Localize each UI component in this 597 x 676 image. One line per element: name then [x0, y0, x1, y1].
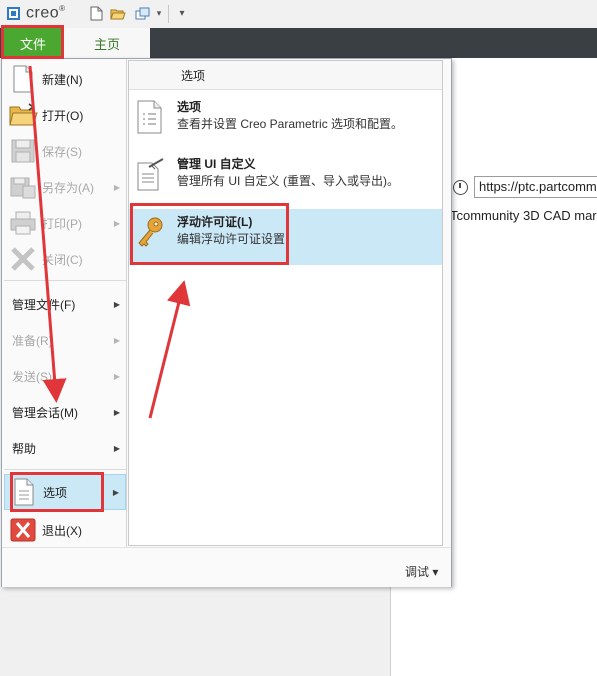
submenu-arrow-icon: ▶	[112, 487, 119, 497]
menu-item-label: 准备(R)	[12, 333, 53, 348]
annotation-box-floating-license	[130, 203, 289, 265]
debug-dropdown[interactable]: 调试 ▾	[405, 563, 438, 580]
menu-item-send[interactable]: 发送(S) ▶	[4, 359, 126, 393]
menu-item-prepare[interactable]: 准备(R) ▶	[4, 323, 126, 357]
submenu-item-options[interactable]: 选项 查看并设置 Creo Parametric 选项和配置。	[129, 94, 442, 150]
menu-item-label: 另存为(A)	[42, 180, 94, 195]
submenu-arrow-icon: ▶	[113, 407, 120, 417]
new-icon[interactable]	[88, 5, 104, 22]
menu-item-exit[interactable]: 退出(X)	[4, 513, 126, 547]
submenu-item-description: 查看并设置 Creo Parametric 选项和配置。	[177, 117, 404, 131]
options-list-icon	[135, 100, 165, 134]
creo-logo-icon	[7, 7, 20, 20]
open-icon[interactable]	[110, 5, 126, 22]
submenu-title: 选项	[181, 69, 206, 83]
menu-item-save[interactable]: 保存(S)	[4, 134, 126, 168]
menu-item-label: 关闭(C)	[42, 252, 83, 267]
annotation-box-file-tab	[1, 25, 64, 59]
ui-customize-icon	[135, 157, 165, 191]
submenu-arrow-icon: ▶	[113, 443, 120, 453]
submenu-item-description: 管理所有 UI 自定义 (重置、导入或导出)。	[177, 174, 399, 188]
menu-divider	[126, 59, 127, 547]
menu-item-label: 打开(O)	[42, 108, 84, 123]
menu-separator	[4, 280, 126, 281]
browser-history-icon[interactable]	[453, 180, 468, 195]
window-icon[interactable]	[135, 5, 151, 22]
save-icon	[8, 136, 38, 166]
menu-item-label: 管理文件(F)	[12, 297, 76, 312]
new-document-icon	[8, 64, 38, 94]
tab-home-label: 主页	[93, 36, 120, 52]
app-name: creo®	[26, 4, 66, 22]
tab-home[interactable]: 主页	[64, 28, 150, 58]
close-icon	[8, 244, 38, 274]
menu-item-open[interactable]: 打开(O)	[4, 98, 126, 132]
menu-item-label: 打印(P)	[42, 216, 82, 231]
menu-item-save-as[interactable]: 另存为(A) ▶	[4, 170, 126, 204]
open-folder-icon	[8, 100, 38, 130]
menu-item-label: 管理会话(M)	[12, 405, 78, 420]
save-as-icon	[8, 172, 38, 202]
annotation-box-options	[10, 472, 104, 512]
submenu-item-title: 管理 UI 自定义	[177, 157, 256, 171]
print-icon	[8, 208, 38, 238]
menu-item-label: 退出(X)	[42, 523, 82, 538]
dropdown-icon[interactable]: ▾	[154, 5, 164, 22]
browser-url-field[interactable]: https://ptc.partcomm	[474, 176, 597, 198]
trademark-mark: ®	[59, 4, 66, 13]
submenu-item-ui-customization[interactable]: 管理 UI 自定义 管理所有 UI 自定义 (重置、导入或导出)。	[129, 151, 442, 207]
menu-item-manage-session[interactable]: 管理会话(M) ▶	[4, 395, 126, 429]
submenu-arrow-icon: ▶	[113, 218, 120, 228]
toolbar-separator	[168, 5, 169, 23]
submenu-item-title: 选项	[177, 100, 202, 114]
menu-item-label: 帮助	[12, 441, 37, 456]
menu-item-new[interactable]: 新建(N)	[4, 62, 126, 96]
submenu-header	[129, 61, 442, 90]
menu-separator	[4, 469, 126, 470]
menu-item-close[interactable]: 关闭(C)	[4, 242, 126, 276]
submenu-arrow-icon: ▶	[113, 335, 120, 345]
menu-item-help[interactable]: 帮助 ▶	[4, 431, 126, 465]
menu-item-manage-file[interactable]: 管理文件(F) ▶	[4, 287, 126, 321]
customize-icon[interactable]: ▾	[174, 5, 190, 22]
browser-page-title: Tcommunity 3D CAD mar	[450, 208, 597, 223]
submenu-arrow-icon: ▶	[113, 299, 120, 309]
app-name-text: creo	[26, 4, 60, 22]
exit-icon	[8, 515, 38, 545]
menu-item-label: 新建(N)	[42, 72, 83, 87]
menu-item-label: 发送(S)	[12, 369, 52, 384]
submenu-arrow-icon: ▶	[113, 371, 120, 381]
file-menu-footer	[2, 547, 451, 587]
menu-item-label: 保存(S)	[42, 144, 82, 159]
menu-item-print[interactable]: 打印(P) ▶	[4, 206, 126, 240]
submenu-arrow-icon: ▶	[113, 182, 120, 192]
